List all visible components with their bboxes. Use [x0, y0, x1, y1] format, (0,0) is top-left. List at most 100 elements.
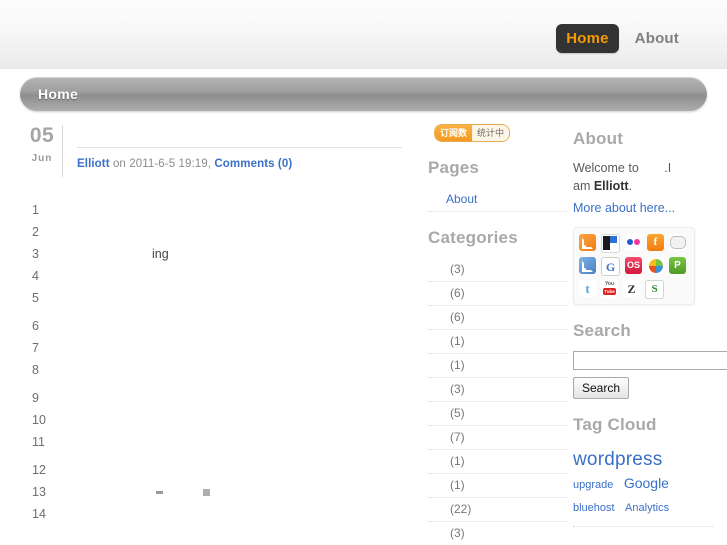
content-column: 05 Jun Elliott on 2011-6-5 19:19, Commen…	[0, 123, 410, 525]
code-line-number: 14	[32, 507, 46, 521]
youtube-icon[interactable]: You Tube	[601, 280, 618, 299]
code-line-number: 7	[32, 341, 39, 355]
list-item[interactable]: (1)	[428, 354, 568, 378]
category-count: (1)	[450, 357, 465, 372]
unrendered-glyph-icon	[203, 489, 210, 497]
search-button[interactable]: Search	[573, 377, 630, 399]
tag-link[interactable]: bluehost	[573, 497, 615, 519]
list-item[interactable]: (6)	[428, 306, 568, 330]
picasa-icon[interactable]	[647, 257, 664, 274]
rss-icon[interactable]	[579, 234, 596, 251]
post-day: 05	[29, 124, 55, 147]
list-item[interactable]: (1)	[428, 330, 568, 354]
category-count: (1)	[450, 333, 465, 348]
twitter-icon[interactable]: t	[579, 280, 596, 297]
about-heading: About	[573, 129, 624, 148]
post-meta-on: on	[112, 158, 126, 170]
speech-bubble-icon[interactable]	[669, 234, 686, 251]
code-line-number: 13	[32, 485, 46, 499]
p-icon[interactable]: P	[669, 257, 686, 274]
nav-item-home-label: Home	[566, 30, 609, 47]
facebook-icon[interactable]: f	[647, 234, 664, 251]
categories-heading: Categories	[428, 227, 518, 247]
code-line: 3 ing	[32, 243, 410, 265]
feed-blue-icon[interactable]	[579, 257, 596, 274]
category-count: (1)	[450, 453, 465, 468]
list-item[interactable]: (3)	[428, 258, 568, 282]
layout-columns: 05 Jun Elliott on 2011-6-5 19:19, Commen…	[0, 111, 727, 545]
list-item[interactable]: (7)	[428, 426, 568, 450]
os-icon-letters: OS	[626, 260, 640, 270]
unrendered-glyph-icon	[156, 491, 163, 495]
p-icon-letter: P	[674, 259, 681, 271]
nav-item-home[interactable]: Home	[556, 24, 619, 53]
feed-count-label: 订阅数	[435, 124, 473, 141]
category-count: (5)	[450, 405, 465, 420]
nav-item-about[interactable]: About	[625, 24, 689, 53]
tag-link[interactable]: Analytics	[625, 497, 669, 519]
post-meta-comma: ,	[207, 158, 212, 170]
page-titlebar: Home	[20, 77, 707, 111]
code-line: 10	[32, 409, 410, 431]
code-line: 11	[32, 431, 410, 453]
delicious-icon[interactable]	[601, 234, 620, 253]
about-line2-post: .	[628, 179, 633, 193]
code-line: 8	[32, 359, 410, 381]
post-meta: Elliott on 2011-6-5 19:19, Comments (0)	[77, 148, 410, 170]
category-count: (6)	[450, 285, 465, 300]
code-line: 13	[32, 481, 410, 503]
z-icon[interactable]: Z	[623, 280, 640, 297]
code-line-number: 8	[32, 363, 39, 377]
code-line-number: 10	[32, 413, 46, 427]
category-count: (6)	[450, 309, 465, 324]
tag-cloud: wordpress upgrade Google bluehost Analyt…	[573, 449, 727, 527]
about-line1: Welcome to	[573, 161, 639, 175]
post-date-text: 2011-6-5 19:19	[129, 158, 208, 170]
category-count: (1)	[450, 477, 465, 492]
s-icon-letter: S	[651, 283, 658, 295]
feed-badge[interactable]: 订阅数 统计中	[434, 123, 511, 142]
code-line-text: ing	[152, 247, 169, 261]
list-item[interactable]: (22)	[428, 498, 568, 522]
flickr-icon[interactable]	[625, 234, 642, 251]
list-item[interactable]: (3)	[428, 378, 568, 402]
feed-status-label: 统计中	[472, 124, 510, 141]
code-line-number: 3	[32, 247, 39, 261]
about-line1-end: .I	[664, 161, 672, 175]
page-link-about[interactable]: About	[446, 192, 477, 206]
about-more-link[interactable]: More about here...	[573, 201, 675, 215]
code-line-number: 9	[32, 391, 39, 405]
youtube-icon-bottom: Tube	[603, 288, 616, 295]
post-comments-link[interactable]: Comments (0)	[214, 158, 292, 170]
list-item[interactable]: (1)	[428, 450, 568, 474]
z-icon-letter: Z	[627, 281, 636, 296]
tagcloud-divider	[573, 525, 713, 527]
code-line: 14	[32, 503, 410, 525]
list-item[interactable]: (6)	[428, 282, 568, 306]
google-icon[interactable]: G	[601, 257, 620, 276]
list-item[interactable]: (5)	[428, 402, 568, 426]
os-icon[interactable]: OS	[625, 257, 642, 274]
code-line-number: 4	[32, 269, 39, 283]
tag-link[interactable]: upgrade	[573, 474, 613, 496]
category-count: (3)	[450, 261, 465, 276]
code-line-number: 1	[32, 203, 39, 217]
pages-list: About	[428, 188, 568, 212]
s-icon[interactable]: S	[645, 280, 664, 299]
code-line-number: 11	[32, 435, 45, 449]
tag-link[interactable]: wordpress	[573, 449, 662, 471]
list-item[interactable]: (3)	[428, 522, 568, 545]
list-item[interactable]: (1)	[428, 474, 568, 498]
category-count: (3)	[450, 381, 465, 396]
code-block: 1 2 3 ing 4 5 6 7 8 9 10 11 12 13 14	[22, 199, 410, 525]
code-line-text	[156, 485, 210, 499]
youtube-icon-top: You	[604, 281, 615, 287]
code-line-number: 5	[32, 291, 39, 305]
code-line: 4	[32, 265, 410, 287]
tag-link[interactable]: Google	[624, 472, 669, 494]
post-author-link[interactable]: Elliott	[77, 158, 110, 170]
facebook-icon-letter: f	[653, 236, 658, 248]
pages-heading: Pages	[428, 157, 480, 177]
search-input[interactable]	[573, 351, 727, 370]
page-root: Home About Home 05 Jun Elliott on 2011-6…	[0, 0, 727, 545]
